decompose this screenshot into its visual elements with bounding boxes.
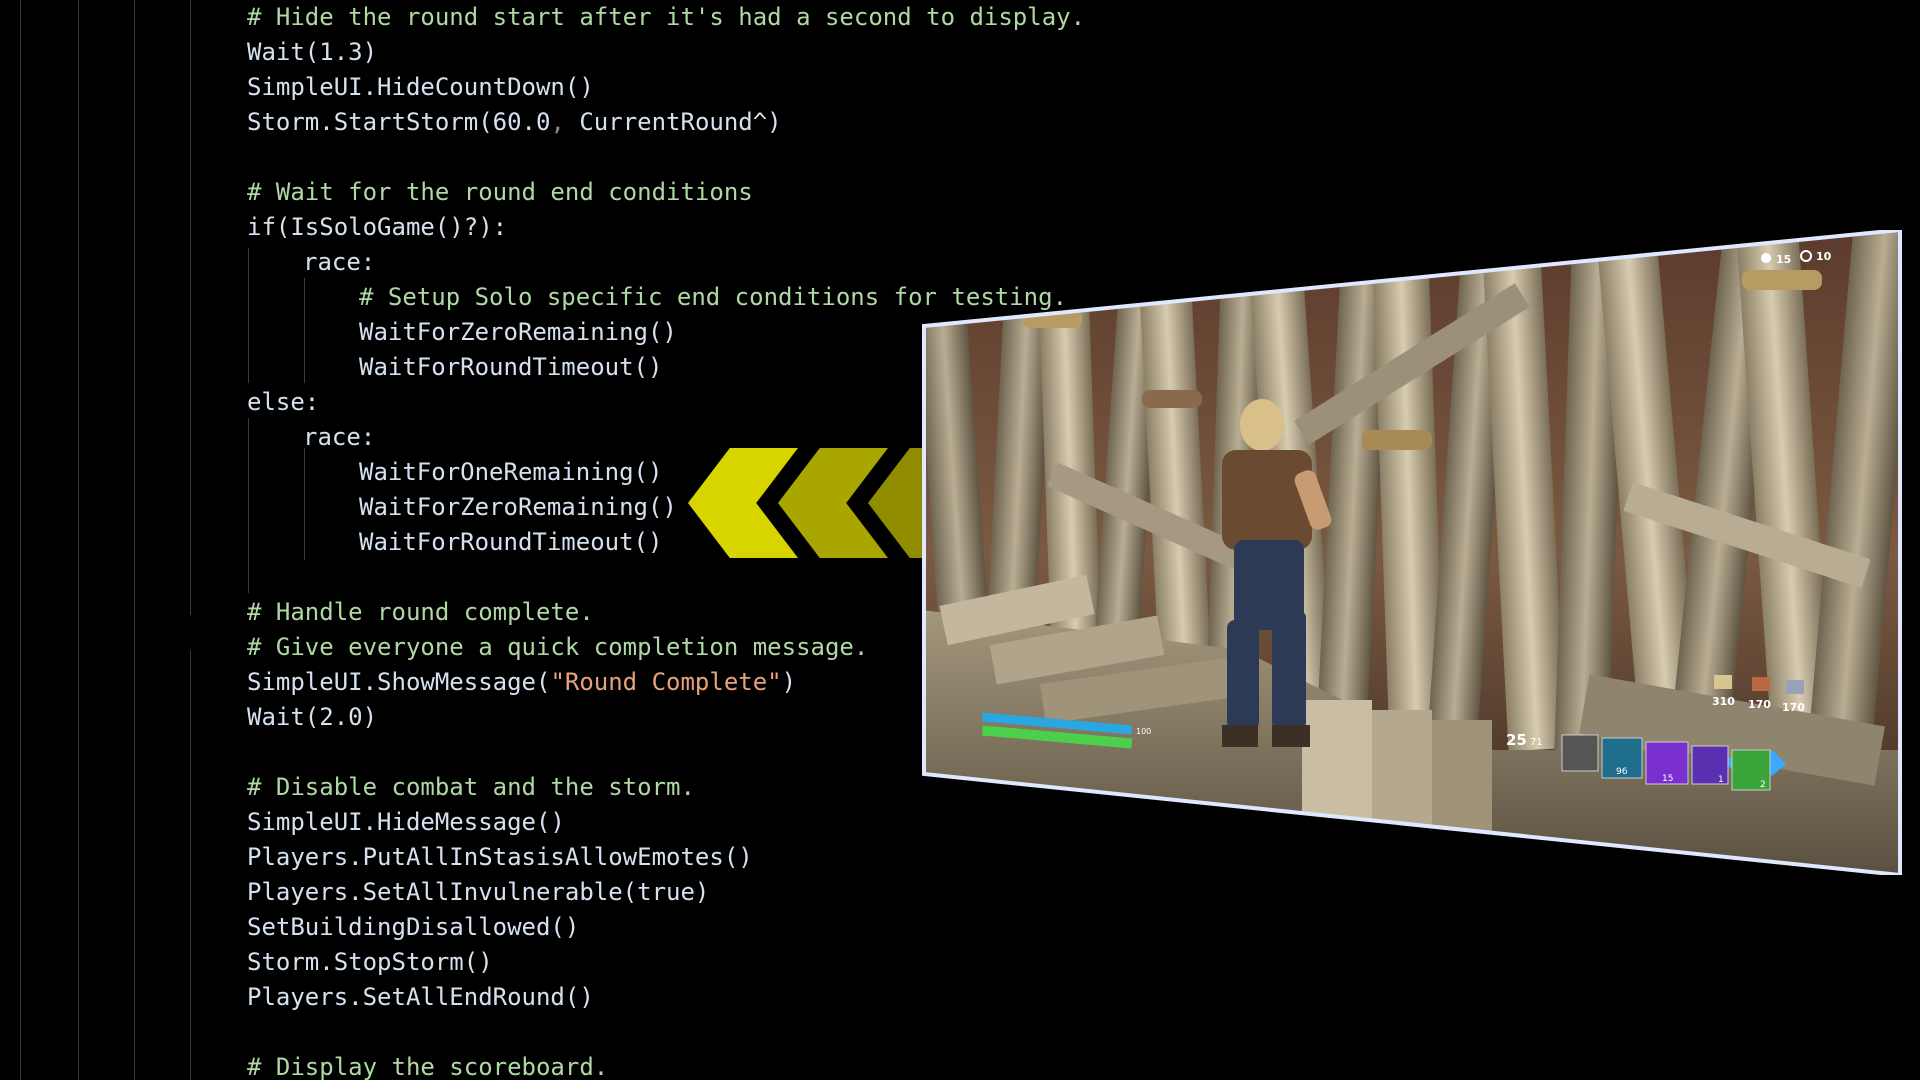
code-line[interactable]: WaitForZeroRemaining(): [359, 490, 677, 525]
ammo-reserve: 71: [1530, 737, 1543, 748]
code-token: if(IsSoloGame()?):: [247, 213, 508, 241]
code-token: ): [781, 668, 797, 696]
wood-icon: [1714, 675, 1732, 689]
code-line[interactable]: Storm.StartStorm(60.0, CurrentRound^): [247, 105, 782, 140]
code-token: Wait(2.0): [247, 703, 378, 731]
gameplay-preview-panel: NW 348 N NE 15 10 100 310 170 170 25 71 …: [922, 230, 1902, 875]
slot-count: 2: [1760, 780, 1766, 790]
code-line[interactable]: else:: [247, 385, 319, 420]
wood-count: 310: [1712, 695, 1735, 708]
players-left: 15: [1776, 253, 1791, 266]
code-line[interactable]: SetBuildingDisallowed(): [247, 910, 579, 945]
video-frame: # Hide the round start after it's had a …: [0, 0, 1920, 1080]
eliminations: 10: [1816, 250, 1832, 263]
brick-count: 170: [1748, 698, 1771, 711]
gameplay-scene: NW 348 N NE 15 10 100 310 170 170 25 71 …: [922, 230, 1902, 875]
code-line[interactable]: Storm.StopStorm(): [247, 945, 493, 980]
code-token: WaitForOneRemaining(): [359, 458, 663, 486]
code-token: CurrentRound^): [579, 108, 782, 136]
code-comment: # Give everyone a quick completion messa…: [247, 633, 869, 661]
metal-count: 170: [1782, 701, 1805, 714]
code-token: SimpleUI.ShowMessage(: [247, 668, 551, 696]
code-line[interactable]: WaitForZeroRemaining(): [359, 315, 677, 350]
code-token: Storm.StopStorm(): [247, 948, 493, 976]
pickaxe-icon: [1561, 734, 1599, 772]
code-token: WaitForZeroRemaining(): [359, 493, 677, 521]
compass-heading: 348: [1274, 274, 1297, 287]
code-token: Players.PutAllInStasisAllowEmotes(): [247, 843, 753, 871]
code-token: WaitForZeroRemaining(): [359, 318, 677, 346]
code-line[interactable]: SimpleUI.HideCountDown(): [247, 70, 594, 105]
slot-count: 1: [1718, 775, 1724, 785]
slot-count: 96: [1616, 767, 1628, 777]
code-line[interactable]: # Handle round complete.: [247, 595, 594, 630]
code-comment: # Disable combat and the storm.: [247, 773, 695, 801]
code-line[interactable]: if(IsSoloGame()?):: [247, 210, 507, 245]
metal-icon: [1786, 680, 1804, 694]
code-line[interactable]: Players.SetAllInvulnerable(true): [247, 875, 709, 910]
code-comment: # Handle round complete.: [247, 598, 594, 626]
code-token: Wait(1.3): [247, 38, 378, 66]
code-line[interactable]: SimpleUI.ShowMessage("Round Complete"): [247, 665, 796, 700]
code-line[interactable]: # Display the scoreboard.: [247, 1050, 608, 1080]
code-token: else:: [247, 388, 320, 416]
code-comment: # Display the scoreboard.: [247, 1053, 609, 1080]
brick-icon: [1752, 677, 1770, 691]
code-token: SimpleUI.HideCountDown(): [247, 73, 594, 101]
code-token: SetBuildingDisallowed(): [247, 913, 580, 941]
code-token: SimpleUI.HideMessage(): [247, 808, 565, 836]
health-max: 100: [1136, 727, 1151, 736]
code-comment: # Wait for the round end conditions: [247, 178, 753, 206]
code-line[interactable]: WaitForRoundTimeout(): [359, 350, 662, 385]
code-line[interactable]: Wait(2.0): [247, 700, 377, 735]
code-token: ,: [550, 108, 580, 136]
code-line[interactable]: # Give everyone a quick completion messa…: [247, 630, 868, 665]
code-token: race:: [303, 423, 376, 451]
code-line[interactable]: # Disable combat and the storm.: [247, 770, 695, 805]
code-line[interactable]: Wait(1.3): [247, 35, 377, 70]
compass-label: NW: [1204, 280, 1225, 293]
code-token: Storm.StartStorm(60.0: [247, 108, 551, 136]
code-line[interactable]: # Wait for the round end conditions: [247, 175, 753, 210]
code-line[interactable]: race:: [303, 245, 375, 280]
code-token: Players.SetAllInvulnerable(true): [247, 878, 710, 906]
code-token: race:: [303, 248, 376, 276]
code-comment: # Hide the round start after it's had a …: [247, 3, 1086, 31]
slot-count: 15: [1662, 774, 1673, 784]
code-string: "Round Complete": [550, 668, 782, 696]
players-icon: [1761, 253, 1771, 263]
code-line[interactable]: WaitForOneRemaining(): [359, 455, 662, 490]
code-token: WaitForRoundTimeout(): [359, 353, 663, 381]
code-line[interactable]: Players.SetAllEndRound(): [247, 980, 594, 1015]
code-line[interactable]: WaitForRoundTimeout(): [359, 525, 662, 560]
code-token: WaitForRoundTimeout(): [359, 528, 663, 556]
code-token: Players.SetAllEndRound(): [247, 983, 594, 1011]
code-line[interactable]: Players.PutAllInStasisAllowEmotes(): [247, 840, 753, 875]
code-line[interactable]: SimpleUI.HideMessage(): [247, 805, 565, 840]
compass-north: N: [1300, 269, 1313, 288]
code-line[interactable]: race:: [303, 420, 375, 455]
ammo-count: 25: [1506, 731, 1527, 749]
code-line[interactable]: # Hide the round start after it's had a …: [247, 0, 1085, 35]
